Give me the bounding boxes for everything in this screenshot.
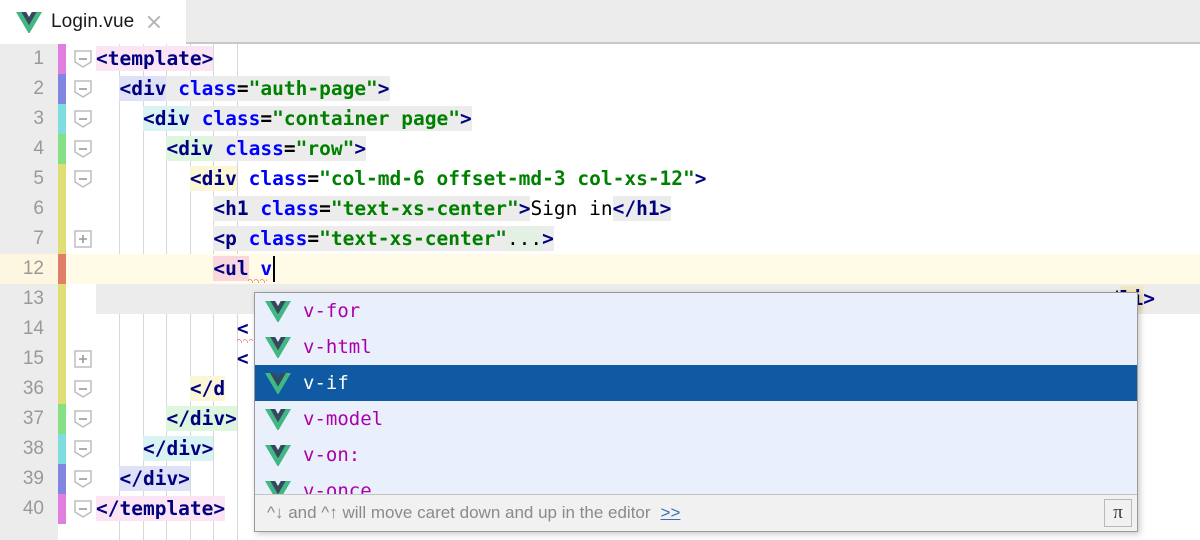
tag-color-stripe [58, 314, 66, 344]
autocomplete-item-v-on[interactable]: v-on: [255, 437, 1137, 473]
autocomplete-item-label: v-for [303, 300, 361, 322]
autocomplete-item-label: v-on: [303, 444, 361, 466]
line-number: 5 [33, 168, 44, 189]
code-text: </d [189, 376, 226, 401]
code-text: < [236, 317, 249, 340]
fold-collapse-icon[interactable] [74, 380, 92, 398]
code-text: <div class="col-md-6 offset-md-3 col-xs-… [189, 166, 707, 191]
autocomplete-item-label: v-model [303, 408, 384, 430]
error-squiggle [236, 338, 254, 343]
code-text: <div class="row"> [166, 136, 367, 161]
line-number: 36 [22, 378, 44, 399]
fold-expand-icon[interactable] [74, 350, 92, 368]
code-text: < [236, 347, 249, 370]
tag-color-stripe [58, 74, 66, 104]
fold-collapse-icon[interactable] [74, 50, 92, 68]
autocomplete-footer: ^↓ and ^↑ will move caret down and up in… [255, 494, 1137, 531]
error-squiggle [248, 278, 268, 283]
tag-color-stripe [58, 194, 66, 224]
current-line-fold-highlight [66, 254, 96, 284]
code-text: <div class="auth-page"> [119, 76, 390, 101]
text-caret [272, 256, 276, 282]
vue-logo-icon [265, 301, 291, 322]
autocomplete-item-label: v-if [303, 372, 349, 394]
line-number: 38 [22, 438, 44, 459]
line-number: 12 [22, 258, 44, 279]
fold-collapse-icon[interactable] [74, 500, 92, 518]
line-number: 3 [33, 108, 44, 129]
editor-tab-login-vue[interactable]: Login.vue [0, 0, 186, 44]
fold-collapse-icon[interactable] [74, 170, 92, 188]
fold-collapse-icon[interactable] [74, 140, 92, 158]
vue-logo-icon [16, 12, 42, 33]
code-text: </div> [166, 406, 237, 431]
fold-collapse-icon[interactable] [74, 110, 92, 128]
vue-logo-icon [265, 337, 291, 358]
line-number: 4 [33, 138, 44, 159]
tag-color-stripe [58, 254, 66, 284]
code-line[interactable]: 5 <div class="col-md-6 offset-md-3 col-x… [0, 164, 1200, 194]
tag-color-stripe [58, 44, 66, 74]
line-number: 37 [22, 408, 44, 429]
code-text: <p class="text-xs-center"...> [213, 226, 554, 251]
ide-window: Login.vue 1 <template> 2 <div class="auth-… [0, 0, 1200, 540]
line-number: 14 [22, 318, 44, 339]
fold-collapse-icon[interactable] [74, 410, 92, 428]
code-line[interactable]: 1 <template> [0, 44, 1200, 74]
code-text: <div class="container page"> [142, 106, 472, 131]
autocomplete-hint-text: ^↓ and ^↑ will move caret down and up in… [267, 503, 651, 522]
autocomplete-item-label: v-html [303, 336, 372, 358]
autocomplete-item-v-if[interactable]: v-if [255, 365, 1137, 401]
autocomplete-item-v-html[interactable]: v-html [255, 329, 1137, 365]
code-text: </template> [96, 496, 226, 521]
autocomplete-item-v-for[interactable]: v-for [255, 293, 1137, 329]
code-line[interactable]: 4 <div class="row"> [0, 134, 1200, 164]
tag-color-stripe [58, 464, 66, 494]
tag-color-stripe [58, 224, 66, 254]
code-line[interactable]: 3 <div class="container page"> [0, 104, 1200, 134]
code-line[interactable]: 2 <div class="auth-page"> [0, 74, 1200, 104]
code-line[interactable]: 6 <h1 class="text-xs-center">Sign in</h1… [0, 194, 1200, 224]
line-number: 2 [33, 78, 44, 99]
code-text: <h1 class="text-xs-center">Sign in</h1> [213, 196, 672, 221]
tag-color-stripe [58, 374, 66, 404]
line-number: 39 [22, 468, 44, 489]
editor-tab-bar: Login.vue [0, 0, 1200, 44]
code-line[interactable]: 12 <ul v [0, 254, 1200, 284]
autocomplete-popup[interactable]: v-for v-html v-if v-model v-on: v-once ^↓ and… [254, 292, 1138, 532]
editor-tab-label: Login.vue [51, 11, 135, 32]
tag-color-stripe [58, 104, 66, 134]
line-number: 13 [22, 288, 44, 309]
vue-logo-icon [265, 445, 291, 466]
code-text: </div> [142, 436, 214, 461]
code-text: <ul v [213, 256, 273, 281]
code-text: </div> [119, 466, 190, 491]
code-text: <template> [96, 46, 214, 71]
tag-color-stripe [58, 344, 66, 374]
line-number: 6 [33, 198, 44, 219]
tag-color-stripe [58, 134, 66, 164]
pi-settings-icon[interactable]: π [1104, 499, 1132, 527]
fold-expand-icon[interactable] [74, 230, 92, 248]
autocomplete-item-v-model[interactable]: v-model [255, 401, 1137, 437]
tag-color-stripe [58, 284, 66, 314]
line-number: 40 [22, 498, 44, 519]
vue-logo-icon [265, 373, 291, 394]
fold-collapse-icon[interactable] [74, 80, 92, 98]
fold-collapse-icon[interactable] [74, 470, 92, 488]
tag-color-stripe [58, 494, 66, 524]
line-number: 1 [33, 48, 44, 69]
line-number: 7 [33, 228, 44, 249]
tag-color-stripe [58, 404, 66, 434]
tag-color-stripe [58, 164, 66, 194]
autocomplete-more-link[interactable]: >> [661, 503, 681, 523]
line-number: 15 [22, 348, 44, 369]
fold-collapse-icon[interactable] [74, 440, 92, 458]
vue-logo-icon [265, 409, 291, 430]
autocomplete-list[interactable]: v-for v-html v-if v-model v-on: v-once [255, 293, 1137, 509]
close-icon[interactable] [144, 12, 164, 32]
code-line[interactable]: 7 <p class="text-xs-center"...> [0, 224, 1200, 254]
tag-color-stripe [58, 434, 66, 464]
